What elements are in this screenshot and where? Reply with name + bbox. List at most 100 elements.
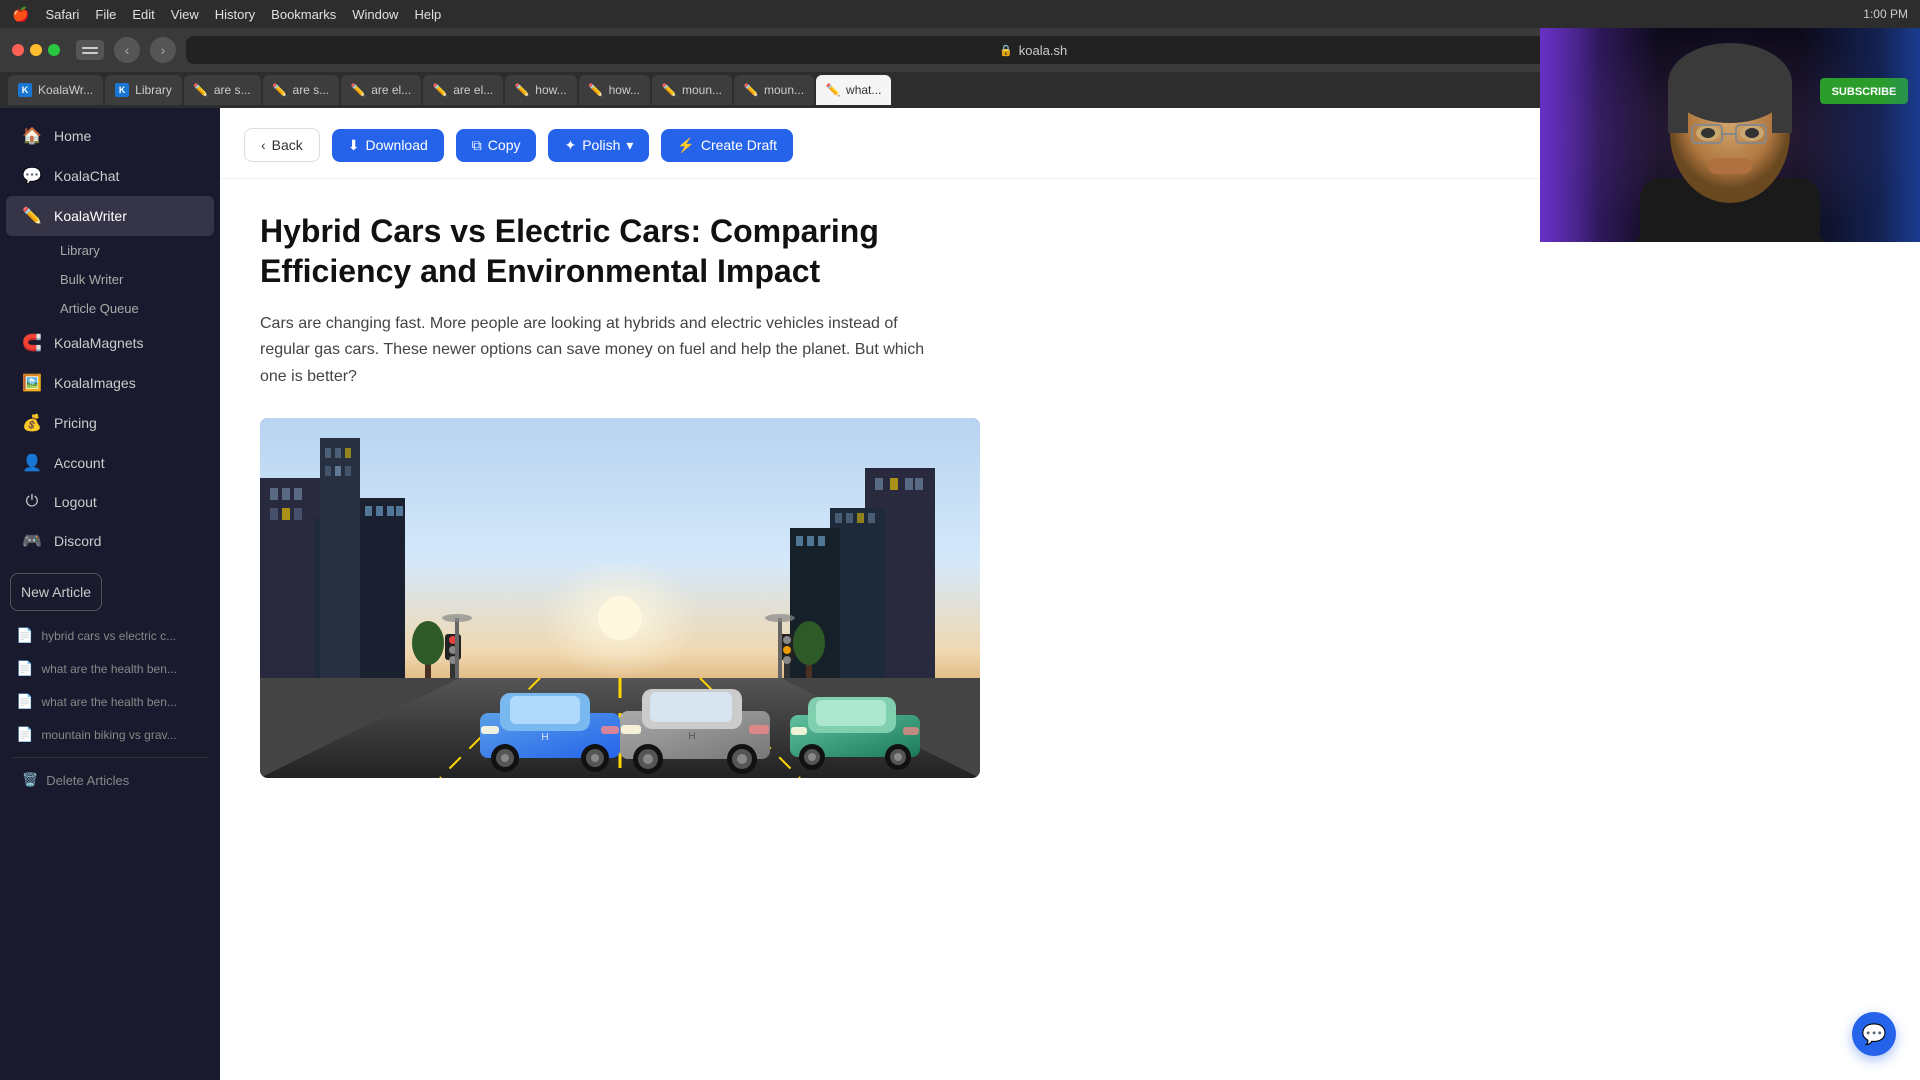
- sidebar-item-koalawriter[interactable]: ✏️ KoalaWriter: [6, 196, 214, 236]
- chevron-down-icon: ▾: [626, 137, 633, 154]
- sidebar-item-bulk-writer[interactable]: Bulk Writer: [48, 265, 220, 294]
- sidebar-item-koalamagnets[interactable]: 🧲 KoalaMagnets: [6, 323, 214, 363]
- chat-bubble-icon: 💬: [1862, 1022, 1887, 1047]
- tab-7[interactable]: ✏️ how...: [505, 75, 576, 105]
- menu-window[interactable]: Window: [352, 7, 398, 22]
- tab-favicon: ✏️: [273, 83, 287, 97]
- traffic-lights: [12, 44, 60, 56]
- sidebar-item-label: Logout: [54, 494, 97, 510]
- main-layout: 🏠 Home 💬 KoalaChat ✏️ KoalaWriter Librar…: [0, 108, 1920, 1080]
- download-button[interactable]: ⬇ Download: [332, 129, 444, 162]
- sidebar-toggle[interactable]: [76, 40, 104, 60]
- recent-article-4[interactable]: 📄 mountain biking vs grav...: [8, 718, 212, 751]
- doc-icon: 📄: [16, 660, 33, 677]
- sidebar-item-koalachat[interactable]: 💬 KoalaChat: [6, 156, 214, 196]
- tab-3[interactable]: ✏️ are s...: [184, 75, 261, 105]
- lock-icon: 🔒: [999, 44, 1013, 57]
- tab-favicon: K: [18, 83, 32, 97]
- webcam-overlay: SUBSCRIBE: [1540, 28, 1920, 242]
- tab-label: moun...: [682, 83, 722, 97]
- back-nav-button[interactable]: ‹: [114, 37, 140, 63]
- doc-icon: 📄: [16, 627, 33, 644]
- sidebar-item-logout[interactable]: ⏻ Logout: [6, 483, 214, 521]
- tab-favicon: ✏️: [351, 83, 365, 97]
- tab-favicon: ✏️: [194, 83, 208, 97]
- sidebar-divider: [12, 757, 208, 758]
- article-hero-image: H H: [260, 418, 980, 778]
- sidebar-item-library[interactable]: Library: [48, 236, 220, 265]
- discord-icon: 🎮: [22, 531, 42, 551]
- pricing-icon: 💰: [22, 413, 42, 433]
- back-button[interactable]: ‹ Back: [244, 128, 320, 162]
- tab-5[interactable]: ✏️ are el...: [341, 75, 421, 105]
- sidebar-item-label: KoalaWriter: [54, 208, 127, 224]
- recent-articles: 📄 hybrid cars vs electric c... 📄 what ar…: [0, 619, 220, 751]
- tab-9[interactable]: ✏️ moun...: [652, 75, 732, 105]
- sidebar-item-account[interactable]: 👤 Account: [6, 443, 214, 483]
- menu-file[interactable]: File: [95, 7, 116, 22]
- images-icon: 🖼️: [22, 373, 42, 393]
- svg-text:H: H: [541, 732, 548, 743]
- close-button[interactable]: [12, 44, 24, 56]
- menu-bookmarks[interactable]: Bookmarks: [271, 7, 336, 22]
- tab-koalawriter[interactable]: K KoalaWr...: [8, 75, 103, 105]
- sidebar-item-home[interactable]: 🏠 Home: [6, 116, 214, 156]
- sidebar-subnav: Library Bulk Writer Article Queue: [0, 236, 220, 323]
- chat-bubble-button[interactable]: 💬: [1852, 1012, 1896, 1056]
- sidebar: 🏠 Home 💬 KoalaChat ✏️ KoalaWriter Librar…: [0, 108, 220, 1080]
- article-title: Hybrid Cars vs Electric Cars: Comparing …: [260, 211, 940, 291]
- tab-label: are el...: [371, 83, 411, 97]
- copy-icon: ⧉: [472, 137, 482, 154]
- tab-favicon: ✏️: [826, 83, 840, 97]
- sidebar-item-discord[interactable]: 🎮 Discord: [6, 521, 214, 561]
- tab-label: are el...: [453, 83, 493, 97]
- tab-6[interactable]: ✏️ are el...: [423, 75, 503, 105]
- tab-11[interactable]: ✏️ what...: [816, 75, 891, 105]
- tab-label: Library: [135, 83, 172, 97]
- mac-menu-items: Safari File Edit View History Bookmarks …: [45, 7, 441, 22]
- bolt-icon: ⚡: [677, 137, 694, 154]
- tab-label: how...: [609, 83, 640, 97]
- svg-text:H: H: [688, 731, 695, 742]
- recent-article-1[interactable]: 📄 hybrid cars vs electric c...: [8, 619, 212, 652]
- sidebar-item-koalaimages[interactable]: 🖼️ KoalaImages: [6, 363, 214, 403]
- article-intro: Cars are changing fast. More people are …: [260, 311, 940, 390]
- menu-edit[interactable]: Edit: [132, 7, 154, 22]
- tab-favicon: ✏️: [662, 83, 676, 97]
- chat-icon: 💬: [22, 166, 42, 186]
- create-draft-button[interactable]: ⚡ Create Draft: [661, 129, 793, 162]
- tab-4[interactable]: ✏️ are s...: [263, 75, 340, 105]
- new-article-button[interactable]: New Article: [10, 573, 102, 611]
- sidebar-item-article-queue[interactable]: Article Queue: [48, 294, 220, 323]
- sidebar-item-label: Account: [54, 455, 105, 471]
- account-icon: 👤: [22, 453, 42, 473]
- trash-icon: 🗑️: [22, 772, 38, 788]
- webcam-right-light: [1880, 28, 1920, 242]
- maximize-button[interactable]: [48, 44, 60, 56]
- copy-label: Copy: [488, 137, 521, 153]
- minimize-button[interactable]: [30, 44, 42, 56]
- apple-icon[interactable]: 🍎: [12, 6, 29, 23]
- article-content: Hybrid Cars vs Electric Cars: Comparing …: [220, 179, 980, 810]
- sidebar-item-delete[interactable]: 🗑️ Delete Articles: [6, 764, 214, 796]
- webcam-left-light: [1540, 28, 1600, 242]
- tab-favicon: ✏️: [515, 83, 529, 97]
- tab-8[interactable]: ✏️ how...: [579, 75, 650, 105]
- tab-library[interactable]: K Library: [105, 75, 182, 105]
- forward-nav-button[interactable]: ›: [150, 37, 176, 63]
- menu-history[interactable]: History: [215, 7, 255, 22]
- polish-button[interactable]: ✦ Polish ▾: [548, 129, 649, 162]
- sidebar-item-pricing[interactable]: 💰 Pricing: [6, 403, 214, 443]
- tab-10[interactable]: ✏️ moun...: [734, 75, 814, 105]
- sidebar-item-label: KoalaImages: [54, 375, 136, 391]
- copy-button[interactable]: ⧉ Copy: [456, 129, 537, 162]
- tab-label: KoalaWr...: [38, 83, 93, 97]
- recent-article-2[interactable]: 📄 what are the health ben...: [8, 652, 212, 685]
- recent-article-3[interactable]: 📄 what are the health ben...: [8, 685, 212, 718]
- menu-view[interactable]: View: [171, 7, 199, 22]
- tab-label: moun...: [764, 83, 804, 97]
- menu-help[interactable]: Help: [414, 7, 441, 22]
- menu-safari[interactable]: Safari: [45, 7, 79, 22]
- hero-svg: H H: [260, 418, 980, 778]
- recent-article-title: mountain biking vs grav...: [41, 728, 176, 742]
